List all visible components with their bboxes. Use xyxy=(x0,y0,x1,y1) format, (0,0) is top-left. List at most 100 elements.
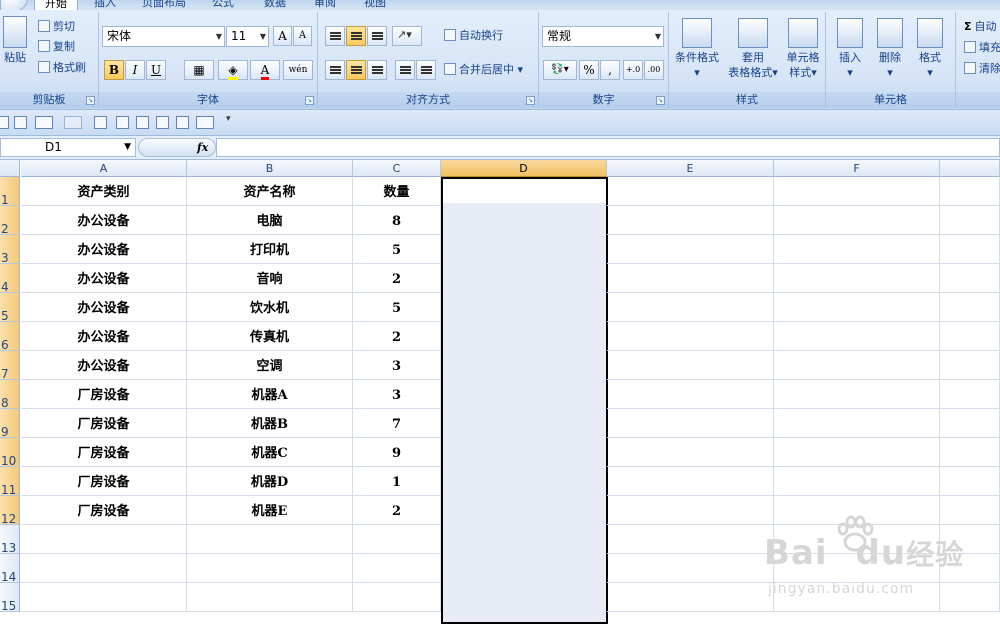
cell-b8[interactable]: 机器A xyxy=(187,380,353,409)
cell-g8[interactable] xyxy=(940,380,1000,409)
print-preview-icon[interactable] xyxy=(116,116,129,129)
bold-button[interactable]: B xyxy=(104,60,124,80)
office-button[interactable] xyxy=(0,0,28,10)
fill-color-button[interactable]: ◈ xyxy=(218,60,248,80)
zoom-icon[interactable] xyxy=(156,116,169,129)
column-header-a[interactable]: A xyxy=(21,160,187,177)
align-top-button[interactable] xyxy=(325,26,345,46)
cell-a7[interactable]: 办公设备 xyxy=(21,351,187,380)
increase-indent-button[interactable] xyxy=(416,60,436,80)
cell-b2[interactable]: 电脑 xyxy=(187,206,353,235)
cell-f6[interactable] xyxy=(774,322,940,351)
cell-e5[interactable] xyxy=(607,293,774,322)
tab-data[interactable]: 数据 xyxy=(264,0,286,10)
format-painter-button[interactable]: 格式刷 xyxy=(38,59,86,77)
align-middle-button[interactable] xyxy=(346,26,366,46)
copy-button[interactable]: 复制 xyxy=(38,38,75,56)
wrap-text-button[interactable]: 自动换行 xyxy=(444,27,503,45)
row-header[interactable]: 8 xyxy=(0,380,20,410)
cell-f10[interactable] xyxy=(774,438,940,467)
select-all-corner[interactable] xyxy=(0,160,20,177)
cell-b14[interactable] xyxy=(187,554,353,583)
cell-a8[interactable]: 厂房设备 xyxy=(21,380,187,409)
cell-a4[interactable]: 办公设备 xyxy=(21,264,187,293)
conditional-format-button[interactable]: 条件格式 ▾ xyxy=(673,18,721,80)
row-header[interactable]: 4 xyxy=(0,264,20,294)
tab-review[interactable]: 审阅 xyxy=(314,0,336,10)
font-launcher-icon[interactable]: ↘ xyxy=(305,96,314,105)
new-document-icon[interactable] xyxy=(14,116,27,129)
tab-home[interactable]: 开始 xyxy=(34,0,78,10)
cell-a15[interactable] xyxy=(21,583,187,612)
cell-a12[interactable]: 厂房设备 xyxy=(21,496,187,525)
number-format-select[interactable]: 常规 ▼ xyxy=(542,26,664,47)
align-right-button[interactable] xyxy=(367,60,387,80)
row-header[interactable]: 13 xyxy=(0,525,20,555)
cell-g7[interactable] xyxy=(940,351,1000,380)
tab-page-layout[interactable]: 页面布局 xyxy=(142,0,186,10)
row-header[interactable]: 3 xyxy=(0,235,20,265)
cell-f3[interactable] xyxy=(774,235,940,264)
cell-b11[interactable]: 机器D xyxy=(187,467,353,496)
cell-a13[interactable] xyxy=(21,525,187,554)
column-header-f[interactable]: F xyxy=(774,160,940,177)
cell-a11[interactable]: 厂房设备 xyxy=(21,467,187,496)
cut-button[interactable]: 剪切 xyxy=(38,18,75,36)
tab-view[interactable]: 视图 xyxy=(364,0,386,10)
cell-f8[interactable] xyxy=(774,380,940,409)
borders-quick-icon[interactable] xyxy=(176,116,189,129)
cell-b6[interactable]: 传真机 xyxy=(187,322,353,351)
grow-font-button[interactable]: A xyxy=(273,26,292,46)
row-header[interactable]: 7 xyxy=(0,351,20,381)
insert-cells-button[interactable]: 插入 ▾ xyxy=(830,18,870,80)
cell-e14[interactable] xyxy=(607,554,774,583)
cell-c9[interactable]: 7 xyxy=(353,409,441,438)
cell-b1[interactable]: 资产名称 xyxy=(187,177,353,206)
percent-button[interactable]: % xyxy=(579,60,599,80)
shrink-font-button[interactable]: A xyxy=(293,26,312,46)
cell-c1[interactable]: 数量 xyxy=(353,177,441,206)
cell-b9[interactable]: 机器B xyxy=(187,409,353,438)
accounting-format-button[interactable]: 💱▾ xyxy=(543,60,577,80)
active-cell-d1[interactable] xyxy=(443,179,606,203)
row-header[interactable]: 11 xyxy=(0,467,20,497)
row-header[interactable]: 2 xyxy=(0,206,20,236)
cell-c5[interactable]: 5 xyxy=(353,293,441,322)
row-header[interactable]: 10 xyxy=(0,438,20,468)
decrease-indent-button[interactable] xyxy=(395,60,415,80)
cell-c10[interactable]: 9 xyxy=(353,438,441,467)
cell-g10[interactable] xyxy=(940,438,1000,467)
cell-c4[interactable]: 2 xyxy=(353,264,441,293)
redo-icon[interactable] xyxy=(64,116,82,129)
align-left-button[interactable] xyxy=(325,60,345,80)
cell-e1[interactable] xyxy=(607,177,774,206)
cell-c7[interactable]: 3 xyxy=(353,351,441,380)
formula-input[interactable] xyxy=(216,138,1000,157)
cell-a3[interactable]: 办公设备 xyxy=(21,235,187,264)
cell-b12[interactable]: 机器E xyxy=(187,496,353,525)
underline-button[interactable]: U xyxy=(146,60,166,80)
cell-b3[interactable]: 打印机 xyxy=(187,235,353,264)
cell-a9[interactable]: 厂房设备 xyxy=(21,409,187,438)
column-header-g[interactable] xyxy=(940,160,1000,177)
cell-a1[interactable]: 资产类别 xyxy=(21,177,187,206)
cell-g5[interactable] xyxy=(940,293,1000,322)
row-header[interactable]: 6 xyxy=(0,322,20,352)
cell-b13[interactable] xyxy=(187,525,353,554)
alignment-launcher-icon[interactable]: ↘ xyxy=(526,96,535,105)
cell-c6[interactable]: 2 xyxy=(353,322,441,351)
orientation-button[interactable]: ↗▾ xyxy=(392,26,422,46)
paste-button[interactable]: 粘贴 xyxy=(0,16,30,65)
cell-g6[interactable] xyxy=(940,322,1000,351)
cell-e3[interactable] xyxy=(607,235,774,264)
format-cells-button[interactable]: 格式 ▾ xyxy=(910,18,950,80)
tab-formulas[interactable]: 公式 xyxy=(212,0,234,10)
column-header-c[interactable]: C xyxy=(353,160,441,177)
cell-f2[interactable] xyxy=(774,206,940,235)
decrease-decimal-button[interactable]: .00 xyxy=(644,60,664,80)
cell-f1[interactable] xyxy=(774,177,940,206)
cell-b4[interactable]: 音响 xyxy=(187,264,353,293)
spelling-icon[interactable] xyxy=(136,116,149,129)
cell-g4[interactable] xyxy=(940,264,1000,293)
cell-f4[interactable] xyxy=(774,264,940,293)
